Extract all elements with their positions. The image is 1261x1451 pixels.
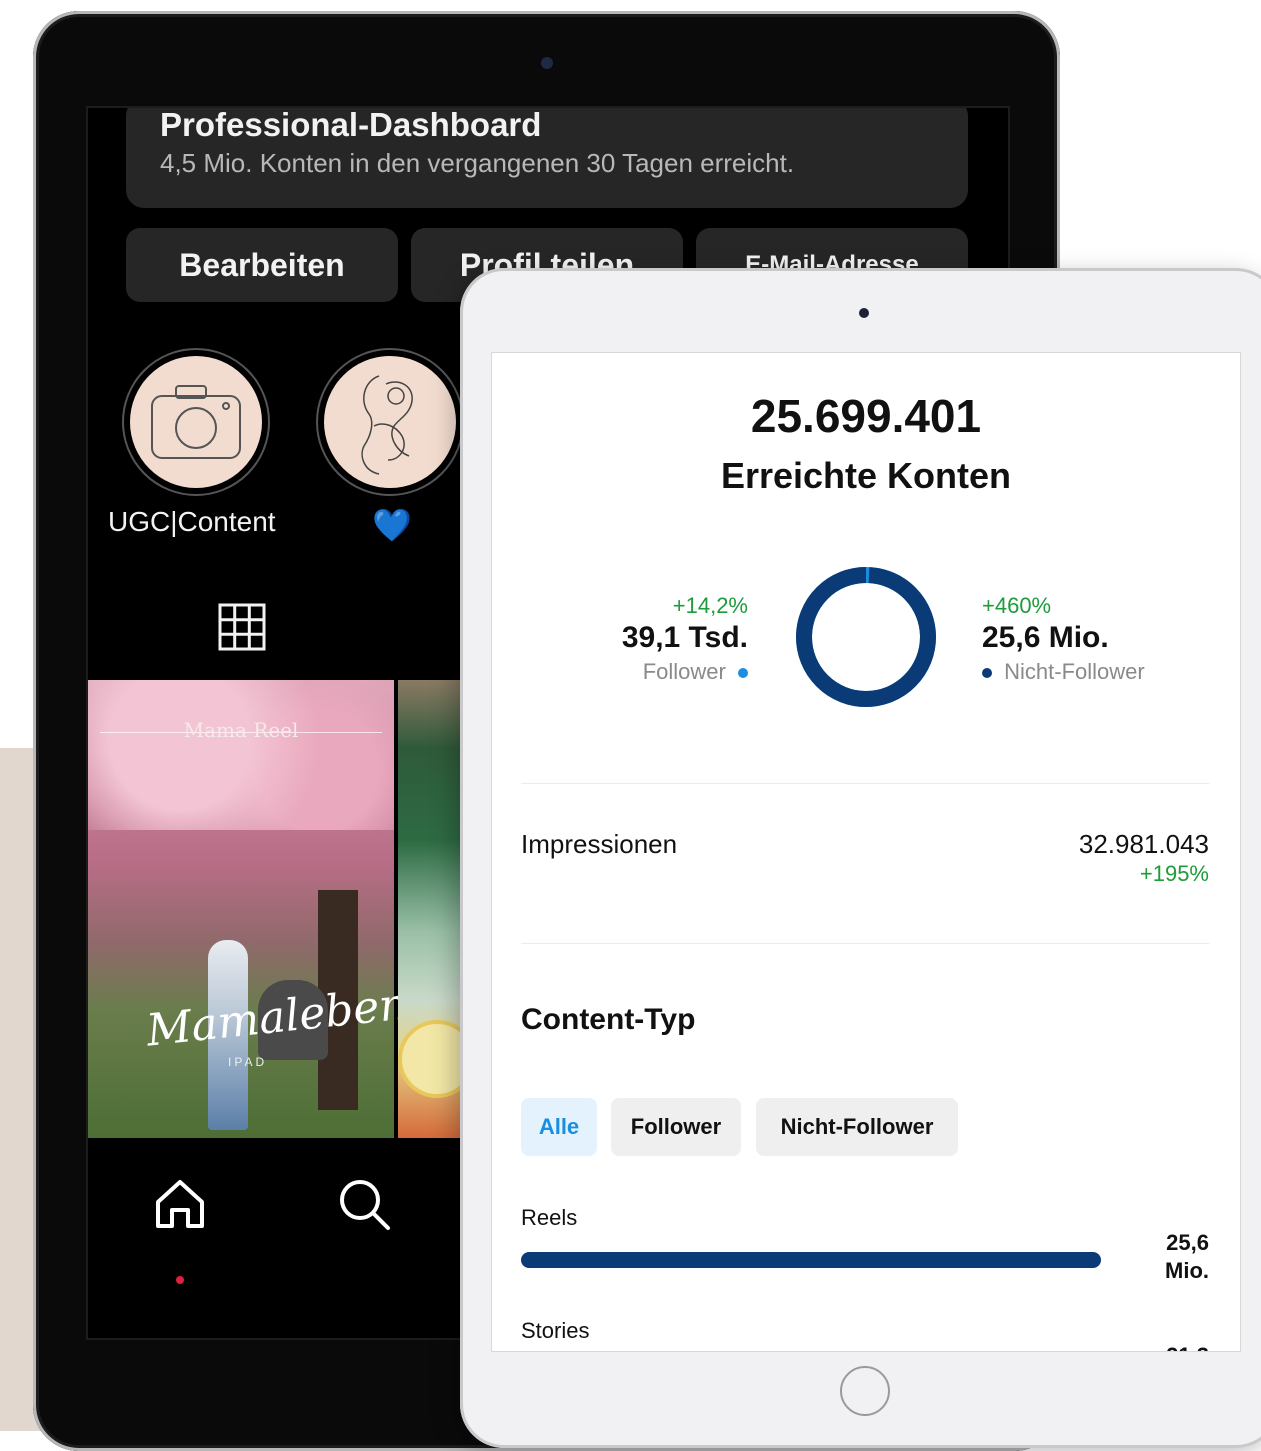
follower-stat: +14,2% 39,1 Tsd. Follower — [622, 593, 748, 685]
follower-label: Follower — [642, 659, 726, 684]
non-follower-stat: +460% 25,6 Mio. Nicht-Follower — [982, 593, 1145, 685]
reels-bar — [521, 1252, 1101, 1268]
impressions-label: Impressionen — [521, 829, 678, 859]
follower-label-row: Follower — [622, 659, 748, 685]
highlight-label-ugc: UGC|Content — [108, 506, 276, 537]
camera-icon — [130, 356, 262, 488]
non-follower-label-row: Nicht-Follower — [982, 659, 1145, 685]
reels-value-line2: Mio. — [1165, 1258, 1209, 1283]
front-camera — [541, 57, 553, 69]
post-small-text: IPAD — [228, 1055, 268, 1069]
pro-dashboard-title: Professional-Dashboard — [160, 106, 542, 143]
chip-all[interactable]: Alle — [521, 1098, 597, 1156]
non-follower-pct: +460% — [982, 593, 1052, 618]
insights-screen: 25.699.401 Erreichte Konten +14,2% 39,1 … — [491, 352, 1241, 1352]
impressions-value: 32.981.043 — [1078, 829, 1209, 859]
grid-icon[interactable] — [218, 603, 266, 656]
home-icon[interactable] — [152, 1176, 208, 1237]
highlight-ugc-content[interactable] — [122, 348, 270, 496]
post-thumbnail-mama-reel[interactable]: Mama Reel Mamaleben IPAD — [88, 680, 410, 1138]
highlight-label-heart: 💙 — [372, 507, 412, 543]
chip-non-follower[interactable]: Nicht-Follower — [756, 1098, 958, 1156]
chip-follower[interactable]: Follower — [611, 1098, 741, 1156]
follower-pct: +14,2% — [672, 593, 748, 618]
mother-child-line-art-icon — [324, 356, 456, 488]
reels-value-line1: 25,6 — [1166, 1230, 1209, 1255]
non-follower-legend-dot — [982, 668, 992, 679]
reels-value: 25,6 Mio. — [1165, 1229, 1209, 1285]
edit-profile-button[interactable]: Bearbeiten — [126, 228, 398, 302]
divider — [521, 943, 1209, 944]
professional-dashboard-card[interactable]: Professional-Dashboard 4,5 Mio. Konten i… — [126, 106, 968, 208]
accounts-reached-label: Erreichte Konten — [720, 455, 1012, 496]
follower-value: 39,1 Tsd. — [621, 621, 748, 654]
non-follower-label: Nicht-Follower — [1004, 659, 1145, 684]
highlight-heart[interactable] — [316, 348, 464, 496]
front-camera — [859, 308, 869, 318]
accounts-reached-total: 25.699.401 — [750, 390, 982, 442]
content-type-title: Content-Typ — [521, 1003, 696, 1036]
post-overlay-title: Mama Reel — [183, 718, 299, 742]
active-tab-indicator — [176, 1276, 184, 1284]
reels-bar-track — [521, 1252, 1101, 1268]
donut-non-follower-segment — [796, 567, 936, 707]
home-button[interactable] — [840, 1366, 890, 1416]
white-ipad-frame: 25.699.401 Erreichte Konten +14,2% 39,1 … — [460, 268, 1261, 1448]
follower-legend-dot — [738, 668, 748, 679]
pro-dashboard-subtitle: 4,5 Mio. Konten in den vergangenen 30 Ta… — [160, 148, 795, 178]
divider — [521, 783, 1209, 784]
reels-label: Reels — [521, 1205, 578, 1230]
search-icon[interactable] — [336, 1176, 392, 1237]
non-follower-value: 25,6 Mio. — [982, 621, 1109, 654]
impressions-pct: +195% — [1139, 861, 1209, 886]
reach-donut-chart — [794, 565, 938, 714]
stories-label: Stories — [521, 1318, 590, 1343]
stories-value: 21,3 — [1166, 1343, 1209, 1351]
cherry-blossom-image — [88, 680, 394, 830]
